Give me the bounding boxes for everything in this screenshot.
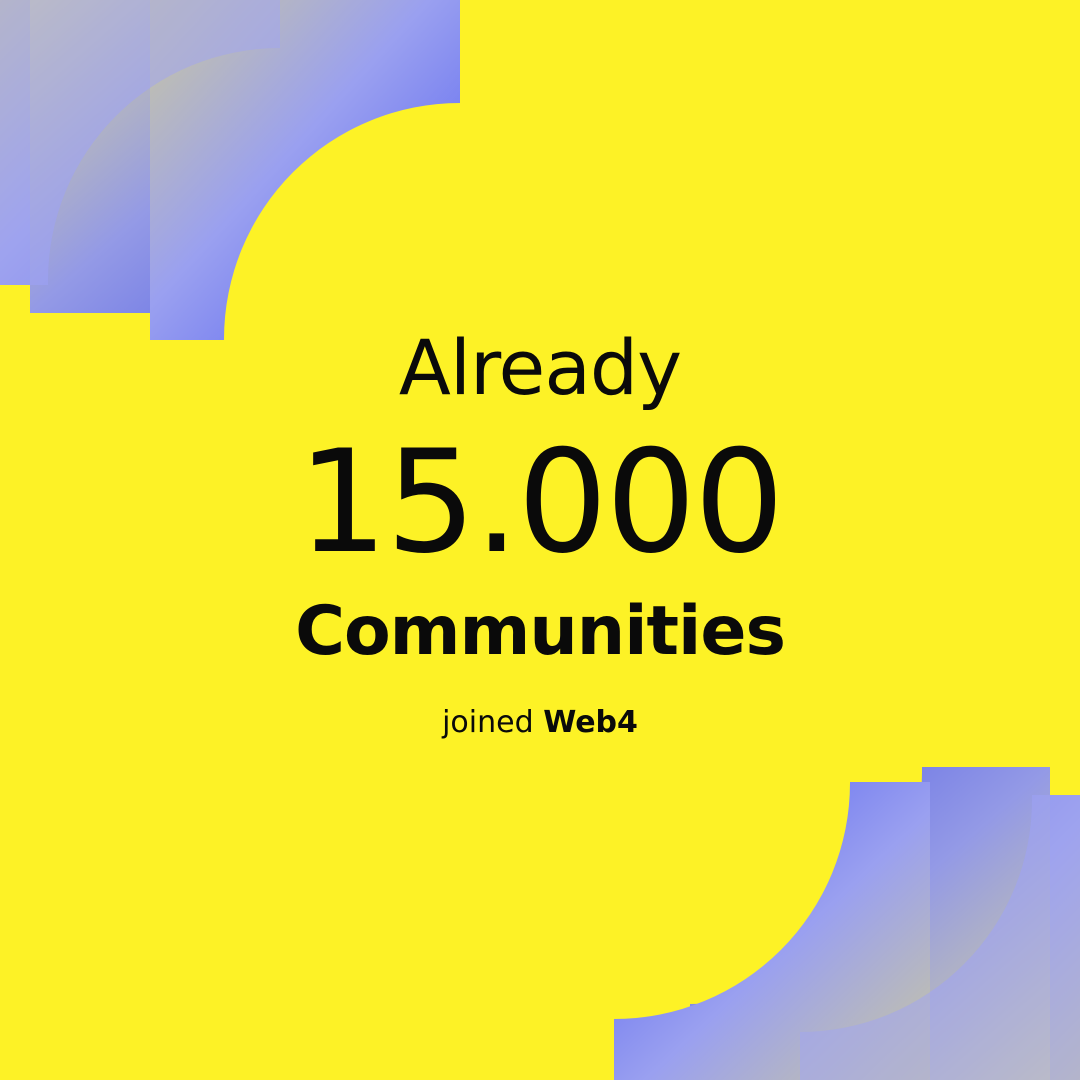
headline-block: Already 15.000 Communities joined Web4 — [0, 0, 1080, 1080]
joined-caption: joined Web4 — [0, 708, 1080, 738]
community-count: 15.000 — [297, 420, 785, 585]
headline-kicker: Already — [398, 323, 682, 412]
joined-prefix: joined — [442, 705, 534, 740]
headline-label: Communities — [295, 592, 786, 671]
brand-name: Web4 — [543, 705, 638, 740]
